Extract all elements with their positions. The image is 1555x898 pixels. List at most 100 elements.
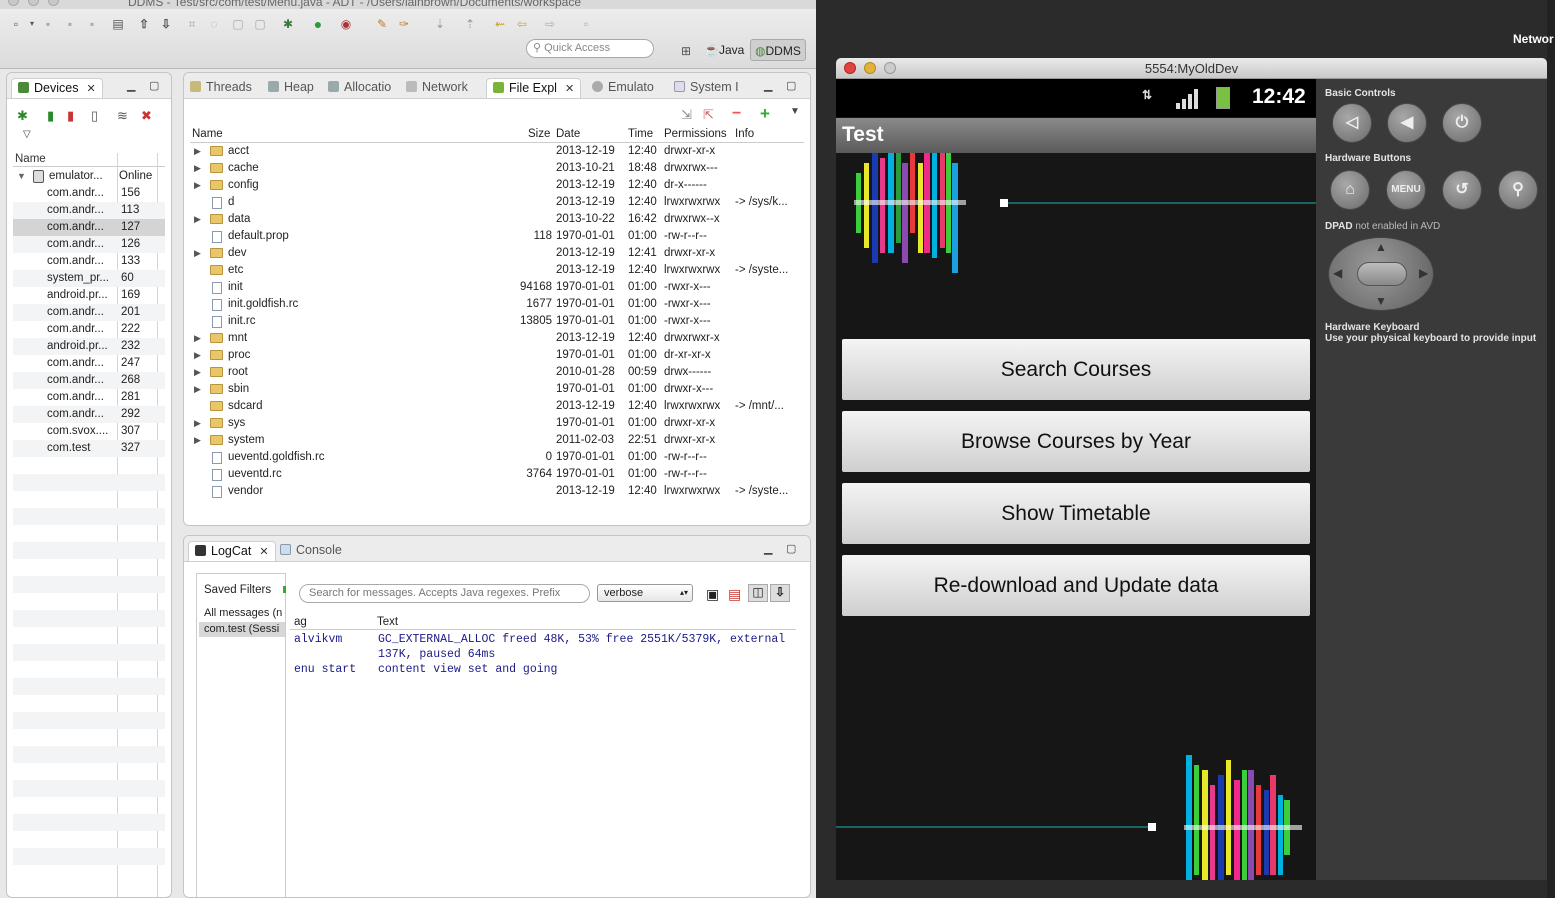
expand-arrow-icon[interactable]: ▶ [194, 160, 204, 177]
dpad-center[interactable] [1357, 262, 1407, 286]
tab-file-explorer[interactable]: File Expl ✕ [486, 78, 582, 98]
close-icon[interactable]: ✕ [565, 83, 574, 95]
file-row[interactable]: ueventd.rc 3764 1970-01-01 01:00 -rw-r--r-- [190, 466, 806, 483]
file-row[interactable]: ▶ system 2011-02-03 22:51 drwxr-xr-x [190, 432, 806, 449]
home-icon[interactable]: ⌂ [1330, 170, 1370, 210]
search-task-icon[interactable]: ✑ [396, 16, 412, 32]
download-icon[interactable]: ⇩ [158, 16, 174, 32]
file-row[interactable]: ▶ root 2010-01-28 00:59 drwx------ [190, 364, 806, 381]
tab-threads[interactable]: Threads [190, 78, 252, 98]
file-row[interactable]: ▶ mnt 2013-12-19 12:40 drwxrwxr-x [190, 330, 806, 347]
log-line[interactable]: alvikvm GC_EXTERNAL_ALLOC freed 48K, 53% … [294, 632, 798, 647]
process-row[interactable]: android.pr... 169 [13, 287, 165, 304]
filter-com-test[interactable]: com.test (Sessi [204, 623, 279, 635]
process-row[interactable]: com.andr... 292 [13, 406, 165, 423]
expand-arrow-icon[interactable]: ▶ [194, 415, 204, 432]
process-row[interactable]: com.andr... 281 [13, 389, 165, 406]
save-all-icon[interactable]: ▪ [62, 16, 78, 32]
minimize-icon[interactable]: ▁ [764, 542, 772, 555]
column-size[interactable]: Size [528, 128, 550, 140]
push-file-icon[interactable]: ⇱ [703, 107, 714, 123]
search-courses-button[interactable]: Search Courses [842, 339, 1310, 400]
process-row[interactable]: com.andr... 201 [13, 304, 165, 321]
tab-emulator-control[interactable]: Emulato [592, 78, 654, 98]
back-icon[interactable]: ↺ [1442, 170, 1482, 210]
process-row[interactable]: system_pr... 60 [13, 270, 165, 287]
tab-system-info[interactable]: System I [674, 78, 739, 98]
tab-console[interactable]: Console [280, 541, 342, 561]
log-search-input[interactable]: Search for messages. Accepts Java regexe… [299, 584, 590, 603]
file-row[interactable]: vendor 2013-12-19 12:40 lrwxrwxrwx -> /syste… [190, 483, 806, 500]
show-timetable-button[interactable]: Show Timetable [842, 483, 1310, 544]
process-row[interactable]: com.andr... 126 [13, 236, 165, 253]
sdk-manager-icon[interactable]: ▤ [110, 16, 126, 32]
file-row[interactable]: ▶ sys 1970-01-01 01:00 drwxr-xr-x [190, 415, 806, 432]
stop-process-icon[interactable]: ✖ [141, 108, 152, 124]
column-date[interactable]: Date [556, 128, 580, 140]
upload-icon[interactable]: ⇧ [136, 16, 152, 32]
debug-icon[interactable]: ✱ [280, 16, 296, 32]
expand-arrow-icon[interactable]: ▶ [194, 381, 204, 398]
cause-gc-icon[interactable]: ▯ [91, 108, 98, 124]
process-row[interactable]: com.andr... 156 [13, 185, 165, 202]
file-row[interactable]: init.rc 13805 1970-01-01 01:00 -rwxr-x--- [190, 313, 806, 330]
open-perspective-icon[interactable]: ⊞ [678, 43, 694, 59]
new-icon[interactable]: ▫ [8, 16, 24, 32]
minimize-window-icon[interactable] [28, 0, 39, 6]
toggle-icon[interactable]: ◌ [206, 16, 222, 32]
expand-arrow-icon[interactable]: ▶ [194, 330, 204, 347]
file-row[interactable]: ▶ sbin 1970-01-01 01:00 drwxr-x--- [190, 381, 806, 398]
maximize-icon[interactable]: ▢ [786, 79, 796, 92]
new-folder-icon[interactable]: + [760, 104, 770, 124]
file-row[interactable]: ▶ cache 2013-10-21 18:48 drwxrwx--- [190, 160, 806, 177]
process-row[interactable]: com.andr... 127 [13, 219, 165, 236]
dump-hprof-icon[interactable]: ▮ [67, 108, 74, 124]
file-row[interactable]: ▶ config 2013-12-19 12:40 dr-x------ [190, 177, 806, 194]
tab-allocation[interactable]: Allocatio [328, 78, 391, 98]
dpad-right-icon[interactable]: ▶ [1419, 266, 1428, 280]
column-permissions[interactable]: Permissions [664, 128, 727, 140]
process-row[interactable]: com.andr... 222 [13, 321, 165, 338]
tab-heap[interactable]: Heap [268, 78, 314, 98]
dpad-down-icon[interactable]: ▼ [1375, 294, 1387, 308]
zoom-window-icon[interactable] [48, 0, 59, 6]
menu-button[interactable]: MENU [1386, 170, 1426, 210]
file-row[interactable]: sdcard 2013-12-19 12:40 lrwxrwxrwx -> /mnt/.… [190, 398, 806, 415]
view-menu-icon[interactable]: ▼ [790, 106, 800, 117]
column-tag[interactable]: ag [294, 616, 307, 628]
process-row[interactable]: com.andr... 113 [13, 202, 165, 219]
scroll-lock-icon[interactable]: ⇩ [770, 584, 790, 602]
last-edit-icon[interactable]: ⇜ [492, 16, 508, 32]
process-row[interactable]: com.test 327 [13, 440, 165, 457]
expand-arrow-icon[interactable]: ▶ [194, 364, 204, 381]
expand-arrow-icon[interactable]: ▶ [194, 143, 204, 160]
column-text[interactable]: Text [377, 616, 398, 628]
new-dropdown-icon[interactable]: ▾ [24, 16, 40, 32]
expand-arrow-icon[interactable]: ▶ [194, 245, 204, 262]
close-window-icon[interactable] [844, 62, 856, 74]
view-menu-icon[interactable]: ▽ [23, 129, 31, 140]
volume-down-icon[interactable]: ◁ [1332, 103, 1372, 143]
process-row[interactable]: com.andr... 268 [13, 372, 165, 389]
run-external-icon[interactable]: ◉ [338, 16, 354, 32]
close-icon[interactable]: ✕ [259, 546, 268, 558]
open-type-icon[interactable]: ✎ [374, 16, 390, 32]
expand-arrow-icon[interactable]: ▶ [194, 177, 204, 194]
log-level-select[interactable]: verbose ▴▾ [597, 584, 693, 602]
perspective-java[interactable]: ☕Java [700, 39, 748, 61]
close-icon[interactable]: ✕ [86, 83, 95, 95]
file-row[interactable]: default.prop 118 1970-01-01 01:00 -rw-r--r-- [190, 228, 806, 245]
log-line[interactable]: enu start content view set and going [294, 662, 798, 677]
back-icon[interactable]: ⇦ [514, 16, 530, 32]
redownload-data-button[interactable]: Re-download and Update data [842, 555, 1310, 616]
dpad[interactable]: ▲ ▼ ◀ ▶ [1328, 237, 1434, 311]
process-row[interactable]: com.andr... 247 [13, 355, 165, 372]
column-name[interactable]: Name [15, 153, 46, 165]
quick-access-field[interactable]: ⚲ Quick Access [526, 39, 654, 58]
pull-file-icon[interactable]: ⇲ [681, 107, 692, 123]
close-window-icon[interactable] [8, 0, 19, 6]
save-icon[interactable]: ▪ [40, 16, 56, 32]
file-row[interactable]: init.goldfish.rc 1677 1970-01-01 01:00 -rwxr… [190, 296, 806, 313]
maximize-icon[interactable]: ▢ [149, 79, 159, 92]
next-annotation-icon[interactable]: ⇣ [432, 16, 448, 32]
